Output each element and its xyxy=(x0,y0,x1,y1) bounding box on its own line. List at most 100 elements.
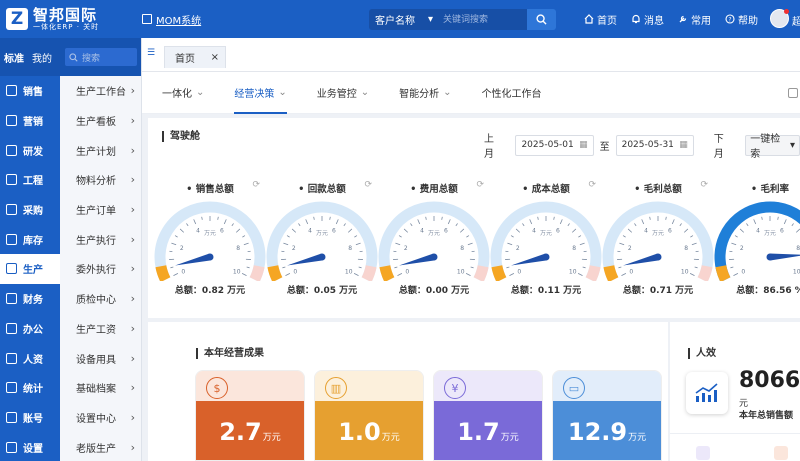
subnav-tab[interactable]: 经营决策 ⌄ xyxy=(234,72,288,114)
sidebar-search-placeholder: 搜索 xyxy=(82,53,101,64)
submenu-item[interactable]: 设备用具 › xyxy=(60,343,141,373)
system-switch[interactable]: MOM系统 xyxy=(142,12,201,27)
sidebar-module-item[interactable]: 销售 xyxy=(0,76,60,106)
gauge-total: 总额：0.71 万元 xyxy=(622,286,694,296)
submenu-item[interactable]: 生产工作台 › xyxy=(60,76,141,106)
subnav-tab[interactable]: 一体化 ⌄ xyxy=(162,72,204,114)
nav-messages[interactable]: 消息 xyxy=(631,12,664,27)
system-icon xyxy=(142,14,152,24)
next-month-button[interactable]: 下月 xyxy=(708,130,739,160)
submenu-item[interactable]: 委外执行 › xyxy=(60,254,141,284)
subnav-checkbox[interactable] xyxy=(788,88,798,98)
submenu-item[interactable]: 老版生产 › xyxy=(60,432,141,461)
gauge-start-segment xyxy=(603,265,619,281)
submenu-item[interactable]: 基础档案 › xyxy=(60,373,141,403)
gauge-tick xyxy=(174,235,178,238)
gauge-label: 毛利总额 xyxy=(602,181,714,195)
kpi-card[interactable]: ▥ 1.0 万元 xyxy=(314,370,424,461)
date-from-input[interactable]: 2025-05-01 ▦ xyxy=(515,134,594,156)
divider xyxy=(670,433,800,434)
avatar[interactable] xyxy=(770,9,789,28)
sidebar-module-item[interactable]: 生产 xyxy=(0,254,60,284)
kpi-card[interactable]: $2.7 万元 xyxy=(195,370,305,461)
sidebar-module-item[interactable]: 采购 xyxy=(0,195,60,225)
search-field-select[interactable]: 客户名称 ▾ xyxy=(369,9,439,30)
search-button[interactable] xyxy=(527,9,556,30)
staff-efficiency-panel: 人效 8066. 元 本年总销售额 xyxy=(670,322,800,461)
subnav-tab[interactable]: 个性化工作台 xyxy=(482,72,542,114)
submenu-item[interactable]: 生产执行 › xyxy=(60,224,141,254)
menu-toggle-icon[interactable]: ☰ xyxy=(147,48,155,58)
gauge-tick-label: 4 xyxy=(420,227,424,234)
tool-icon xyxy=(679,15,687,23)
kpi-card[interactable]: ¥1.7 万元 xyxy=(433,370,543,461)
gauge-needle xyxy=(175,253,211,266)
submenu-item[interactable]: 生产工资 › xyxy=(60,314,141,344)
submenu-sidebar: 搜索 生产工作台 › 生产看板 › 生产计划 › 物料分析 › 生产订单 › 生产执行 › 委外执行 › 质… xyxy=(60,38,142,461)
module-icon xyxy=(6,233,17,245)
gauge-unit: 万元 xyxy=(428,230,440,237)
gauge-tick xyxy=(553,216,555,220)
search-field-label: 客户名称 xyxy=(375,16,415,27)
gauge-hub xyxy=(430,253,438,261)
submenu-item[interactable]: 质检中心 › xyxy=(60,284,141,314)
subnav-tab[interactable]: 业务管控 ⌄ xyxy=(317,72,369,114)
sidebar-module-item[interactable]: 研发 xyxy=(0,135,60,165)
sidebar-module-item[interactable]: 账号 xyxy=(0,403,60,433)
kpi-value: 1.7 xyxy=(457,417,500,446)
logo-name: 智邦国际 xyxy=(33,5,98,24)
close-icon[interactable]: × xyxy=(211,52,219,63)
tab-home[interactable]: 首页 × xyxy=(164,46,226,68)
submenu-item[interactable]: 生产看板 › xyxy=(60,106,141,136)
gauge-tick xyxy=(465,272,471,276)
sidebar-module-item[interactable]: 库存 xyxy=(0,224,60,254)
sidebar-module-item[interactable]: 设置 xyxy=(0,432,60,461)
quick-search-button[interactable]: 一键检索 ▾ xyxy=(745,134,800,160)
sidebar-module-item[interactable]: 统计 xyxy=(0,373,60,403)
user-name[interactable]: 超 xyxy=(792,13,800,28)
sidebar-module-item[interactable]: 营销 xyxy=(0,106,60,136)
nav-common[interactable]: 常用 xyxy=(678,12,711,27)
kpi-card[interactable]: ▭ 12.9 万元 xyxy=(552,370,662,461)
sidebar-module-item[interactable]: 财务 xyxy=(0,284,60,314)
search-input[interactable] xyxy=(439,9,527,30)
sidebar-tab-mine[interactable]: 我的 xyxy=(32,50,52,65)
module-icon xyxy=(6,322,17,334)
logo[interactable]: Z 智邦国际 一体化ERP · 关时 xyxy=(0,7,140,32)
gauge-tick xyxy=(529,219,533,225)
gauge-tick xyxy=(285,272,291,276)
date-to-label: 至 xyxy=(599,141,610,153)
refresh-icon[interactable]: ⟳ xyxy=(364,180,372,190)
gauge-tick-label: 0 xyxy=(293,269,297,276)
gauge-tick xyxy=(683,228,689,233)
gauge-tick xyxy=(665,216,667,220)
refresh-icon[interactable]: ⟳ xyxy=(588,180,596,190)
refresh-icon[interactable]: ⟳ xyxy=(700,180,708,190)
gauge-tick xyxy=(170,266,174,269)
submenu-item[interactable]: 生产订单 › xyxy=(60,195,141,225)
submenu-item[interactable]: 生产计划 › xyxy=(60,135,141,165)
sidebar-search-input[interactable]: 搜索 xyxy=(65,48,137,66)
prev-month-button[interactable]: 上月 xyxy=(478,130,509,160)
subnav-tab[interactable]: 智能分析 ⌄ xyxy=(399,72,451,114)
gauge-tick-label: 0 xyxy=(517,269,521,276)
gauge-tick xyxy=(282,266,286,269)
sidebar-module-item[interactable]: 办公 xyxy=(0,314,60,344)
nav-home[interactable]: 首页 xyxy=(584,12,617,27)
submenu-item[interactable]: 设置中心 › xyxy=(60,403,141,433)
kpi-icon: ¥ xyxy=(444,377,466,399)
chevron-right-icon: › xyxy=(130,143,135,157)
refresh-icon[interactable]: ⟳ xyxy=(476,180,484,190)
gauge-dial: 0 2 4 6 8 10 万元 xyxy=(714,201,800,281)
nav-help[interactable]: ? 帮助 xyxy=(725,12,758,27)
chevron-right-icon: › xyxy=(130,381,135,395)
gauge-needle xyxy=(511,253,547,266)
sidebar-module-item[interactable]: 人资 xyxy=(0,343,60,373)
sidebar-tab-standard[interactable]: 标准 xyxy=(4,50,24,65)
sidebar-module-item[interactable]: 工程 xyxy=(0,165,60,195)
date-to-input[interactable]: 2025-05-31 ▦ xyxy=(615,134,694,156)
people-icon xyxy=(696,446,710,460)
gauge-tick xyxy=(578,235,582,238)
submenu-item[interactable]: 物料分析 › xyxy=(60,165,141,195)
refresh-icon[interactable]: ⟳ xyxy=(252,180,260,190)
